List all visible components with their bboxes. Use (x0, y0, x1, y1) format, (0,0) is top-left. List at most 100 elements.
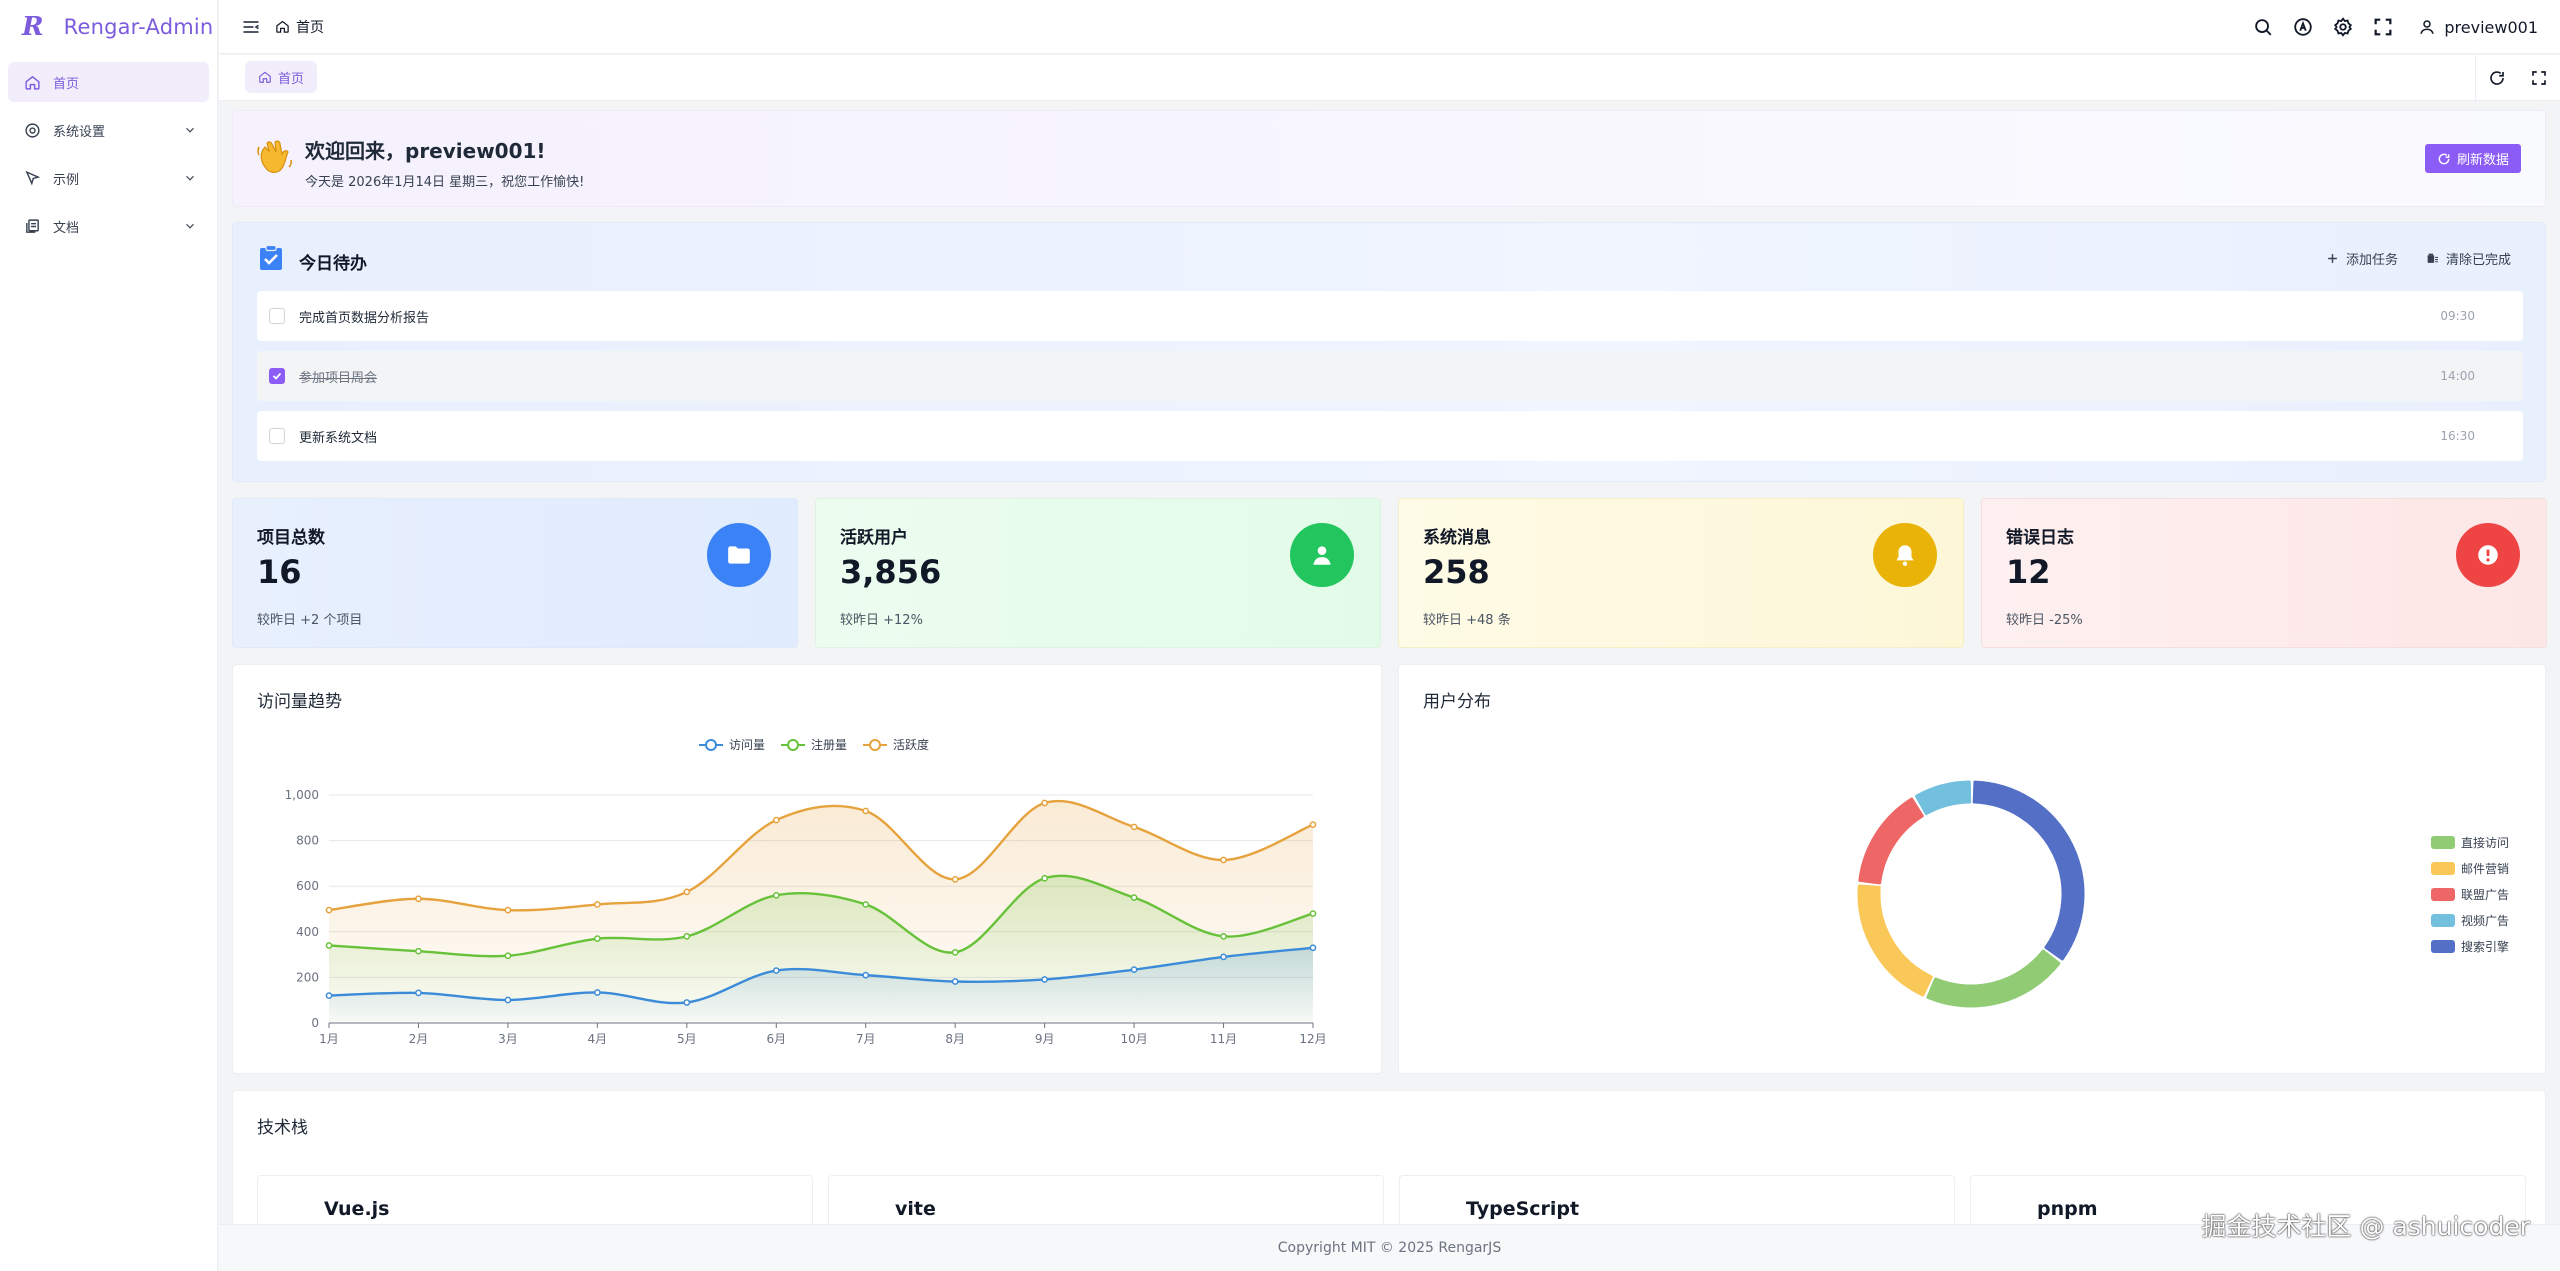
sidebar-item-docs[interactable]: 文档 (8, 206, 209, 246)
tabs-bar: 首页 (219, 55, 2560, 101)
data-point[interactable] (1220, 933, 1227, 940)
data-point[interactable] (1041, 874, 1048, 882)
data-point[interactable] (325, 942, 333, 949)
fullscreen-icon[interactable] (2372, 16, 2394, 38)
data-point[interactable] (415, 947, 422, 955)
header-actions: preview001 (2252, 0, 2538, 54)
donut-slice[interactable] (1858, 797, 1924, 885)
add-task-button[interactable]: 添加任务 (2326, 249, 2398, 268)
todo-item[interactable]: 完成首页数据分析报告 09:30 (257, 291, 2523, 341)
theme-icon[interactable] (2292, 16, 2314, 38)
tech-card[interactable]: TypeScript (1399, 1175, 1955, 1224)
data-point[interactable] (862, 901, 870, 908)
data-point[interactable] (1309, 910, 1317, 917)
data-point[interactable] (1041, 799, 1048, 807)
top-header: 首页 preview001 (219, 0, 2560, 54)
legend-item[interactable]: 邮件营销 (2431, 862, 2509, 876)
data-point[interactable] (1130, 894, 1138, 901)
data-point[interactable] (415, 989, 422, 997)
logo[interactable]: R Rengar-Admin (0, 0, 217, 54)
data-point[interactable] (772, 891, 780, 899)
data-point[interactable] (951, 948, 959, 956)
data-point[interactable] (1309, 944, 1317, 952)
stat-label: 错误日志 (2006, 528, 2074, 548)
data-point[interactable] (862, 971, 870, 979)
todo-checkbox[interactable] (269, 368, 285, 384)
tab-home[interactable]: 首页 (245, 61, 318, 93)
data-point[interactable] (594, 935, 601, 942)
data-point[interactable] (683, 888, 691, 896)
donut-slice[interactable] (1926, 949, 2061, 1008)
x-tick-label: 12月 (1299, 1032, 1326, 1046)
menu-collapse-icon[interactable] (241, 17, 261, 37)
donut-slice[interactable] (1915, 780, 1972, 816)
data-point[interactable] (504, 996, 512, 1004)
settings-icon (25, 122, 40, 138)
legend-label: 邮件营销 (2461, 862, 2509, 876)
stat-label: 系统消息 (1423, 528, 1491, 548)
data-point[interactable] (1220, 953, 1227, 961)
legend-item[interactable]: 视频广告 (2431, 913, 2509, 928)
data-point[interactable] (951, 978, 959, 985)
legend-item[interactable]: 搜索引擎 (2431, 939, 2509, 954)
data-point[interactable] (683, 933, 691, 940)
data-point[interactable] (862, 807, 870, 815)
todo-text: 完成首页数据分析报告 (299, 310, 430, 326)
todo-item[interactable]: 更新系统文档 16:30 (257, 411, 2523, 461)
data-point[interactable] (1041, 976, 1048, 983)
tech-card[interactable]: vite (828, 1175, 1384, 1224)
data-point[interactable] (594, 989, 601, 996)
y-tick-label: 600 (296, 879, 319, 893)
legend-marker (705, 739, 717, 751)
data-point[interactable] (1130, 823, 1138, 831)
sidebar-item-home[interactable]: 首页 (8, 62, 209, 102)
tab-label: 首页 (278, 71, 305, 87)
refresh-data-button[interactable]: 刷新数据 (2424, 144, 2521, 173)
clear-completed-button[interactable]: 清除已完成 (2426, 249, 2511, 268)
legend-label: 直接访问 (2461, 835, 2509, 850)
folder-icon (728, 546, 750, 564)
todo-title: 今日待办 (299, 254, 367, 274)
reload-button[interactable] (2476, 55, 2518, 101)
todo-checkbox[interactable] (269, 308, 285, 324)
donut-slice[interactable] (1972, 780, 2085, 961)
donut-slice[interactable] (1857, 884, 1933, 997)
legend-item[interactable]: 注册量 (781, 737, 847, 752)
home-icon (276, 20, 289, 33)
user-icon (2420, 20, 2435, 34)
data-point[interactable] (1220, 856, 1227, 864)
data-point[interactable] (772, 967, 780, 974)
data-point[interactable] (683, 999, 691, 1006)
legend-item[interactable]: 访问量 (699, 738, 765, 752)
legend-marker (869, 739, 881, 751)
data-point[interactable] (772, 816, 780, 824)
user-menu[interactable]: preview001 (2418, 18, 2538, 37)
x-tick-label: 9月 (1035, 1032, 1055, 1046)
data-point[interactable] (415, 895, 422, 903)
sidebar-item-examples[interactable]: 示例 (8, 158, 209, 198)
data-point[interactable] (951, 876, 959, 883)
maximize-button[interactable] (2518, 55, 2560, 101)
todo-checkbox[interactable] (269, 428, 285, 444)
data-point[interactable] (1309, 821, 1317, 828)
legend-item[interactable]: 直接访问 (2431, 835, 2509, 850)
data-point[interactable] (504, 952, 512, 960)
data-point[interactable] (594, 901, 601, 908)
refresh-icon (2490, 71, 2504, 85)
data-point[interactable] (504, 906, 512, 914)
legend-item[interactable]: 活跃度 (863, 737, 929, 752)
data-point[interactable] (1130, 966, 1138, 973)
data-point[interactable] (325, 992, 333, 999)
tech-card[interactable]: Vue.js (257, 1175, 813, 1224)
data-point[interactable] (325, 906, 333, 914)
gear-icon[interactable] (2332, 16, 2354, 38)
sidebar: R Rengar-Admin 首页 系统设置 示例 文档 (0, 0, 218, 1271)
legend-label: 访问量 (729, 738, 765, 752)
legend-item[interactable]: 联盟广告 (2431, 888, 2509, 902)
sidebar-item-settings[interactable]: 系统设置 (8, 110, 209, 150)
distribution-donut-chart: 直接访问邮件营销联盟广告视频广告搜索引擎 (1857, 780, 2509, 1008)
todo-item[interactable]: 参加项目周会 14:00 (257, 351, 2523, 401)
user-icon (1313, 546, 1331, 565)
breadcrumb[interactable]: 首页 (275, 17, 324, 37)
search-icon[interactable] (2252, 16, 2274, 38)
